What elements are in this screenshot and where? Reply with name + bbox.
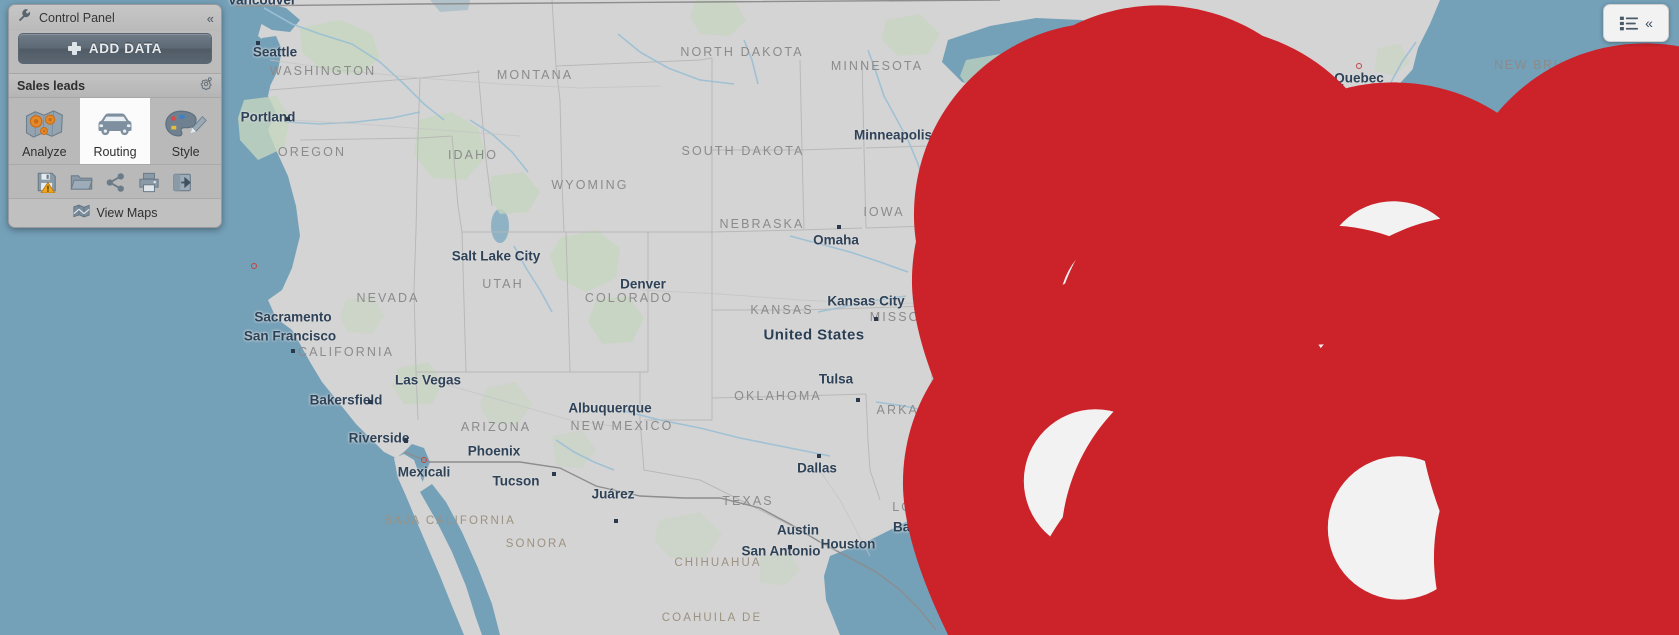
map-top-right-controls: «	[1603, 4, 1669, 42]
map-pin[interactable]	[1108, 346, 1130, 377]
map-pin[interactable]	[773, 207, 1679, 635]
map-pin[interactable]	[990, 89, 1679, 446]
wrench-icon	[17, 8, 32, 28]
view-maps-label: View Maps	[96, 205, 158, 220]
export-icon[interactable]	[172, 171, 194, 193]
map-pin[interactable]	[560, 319, 1593, 635]
capital-marker	[251, 263, 257, 269]
map-pin[interactable]	[859, 373, 1679, 635]
map-pin[interactable]	[378, 421, 1411, 635]
map-pin[interactable]	[922, 216, 1679, 635]
map-pin[interactable]	[366, 9, 1399, 635]
map-pin[interactable]	[416, 391, 1449, 635]
map-pin[interactable]	[855, 92, 1679, 635]
map-pin[interactable]	[1068, 260, 1090, 291]
tab-routing-label: Routing	[93, 145, 137, 159]
double-chevron-left-icon[interactable]: «	[1645, 16, 1653, 30]
map-pin[interactable]	[511, 129, 1544, 635]
map-application: United States WASHINGTON OREGON IDAHO MONTAN…	[0, 0, 1679, 635]
map-pin[interactable]	[1092, 84, 1114, 115]
car-icon	[80, 104, 151, 144]
gear-icon[interactable]	[198, 76, 213, 96]
analyze-map-icon	[9, 104, 80, 144]
legend-list-icon[interactable]	[1619, 15, 1639, 32]
map-pin[interactable]	[256, 272, 1289, 635]
map-pin[interactable]	[957, 87, 1679, 506]
map-pin[interactable]	[858, 39, 1679, 635]
map-pin[interactable]	[937, 159, 1679, 612]
maps-icon	[72, 204, 90, 221]
layer-header: Sales leads	[9, 73, 221, 98]
layer-name: Sales leads	[17, 78, 86, 93]
plus-icon	[67, 42, 81, 55]
map-pin[interactable]	[265, 70, 1298, 635]
map-pin[interactable]	[1075, 391, 1097, 422]
print-icon[interactable]	[138, 171, 160, 193]
map-pin[interactable]	[980, 379, 1679, 635]
add-data-label: ADD DATA	[88, 41, 163, 56]
map-pin[interactable]	[1221, 264, 1243, 295]
tab-analyze-label: Analyze	[22, 145, 67, 159]
map-pin[interactable]	[872, 425, 1679, 635]
map-pin[interactable]	[937, 367, 1679, 635]
map-pin[interactable]	[292, 96, 1325, 635]
control-panel-title: Control Panel	[39, 11, 115, 25]
control-panel-header: Control Panel «	[9, 5, 221, 31]
layer-tools	[9, 164, 221, 198]
map-pin[interactable]	[554, 64, 1587, 635]
map-pin[interactable]	[480, 404, 1513, 635]
map-pin[interactable]	[1150, 337, 1172, 368]
tab-routing[interactable]: Routing	[79, 98, 151, 164]
map-pin[interactable]	[767, 502, 1679, 635]
palette-icon	[150, 104, 221, 144]
map-pin[interactable]	[414, 333, 1447, 635]
map-pin[interactable]	[1247, 202, 1269, 233]
map-pin[interactable]	[1024, 166, 1679, 433]
map-pin[interactable]	[820, 317, 1679, 635]
map-pin[interactable]	[267, 4, 1300, 635]
city-dot	[256, 41, 260, 45]
share-icon[interactable]	[105, 171, 126, 193]
open-folder-icon[interactable]	[70, 171, 93, 193]
map-pin[interactable]	[486, 207, 1519, 635]
control-panel[interactable]: Control Panel « ADD DATA Sales leads Ana…	[8, 4, 222, 228]
map-pin[interactable]	[892, 384, 1679, 635]
map-pin[interactable]	[319, 241, 1352, 635]
tab-style[interactable]: Style	[150, 98, 221, 164]
save-icon[interactable]	[36, 171, 58, 193]
map-pin[interactable]	[978, 165, 1679, 546]
map-pin[interactable]	[920, 114, 1679, 594]
map-canvas[interactable]: United States WASHINGTON OREGON IDAHO MONTAN…	[0, 0, 1679, 635]
view-maps-button[interactable]: View Maps	[9, 198, 221, 227]
map-pin[interactable]	[1317, 166, 1339, 197]
layer-tabs: Analyze Routing Style	[9, 98, 221, 164]
map-pin[interactable]	[1131, 193, 1153, 224]
panel-collapse-button[interactable]: «	[207, 12, 214, 25]
map-pin[interactable]	[406, 140, 1439, 635]
map-pin[interactable]	[806, 25, 1679, 635]
add-data-button[interactable]: ADD DATA	[18, 33, 212, 64]
map-pin[interactable]	[482, 129, 1515, 635]
map-pin[interactable]	[862, 151, 1679, 635]
map-pin[interactable]	[1270, 210, 1292, 241]
map-pin[interactable]	[1353, 109, 1375, 140]
map-pin[interactable]	[787, 347, 1679, 635]
map-pin[interactable]	[1191, 343, 1213, 374]
map-pin[interactable]	[632, 257, 1665, 635]
tab-style-label: Style	[171, 145, 200, 159]
map-pin[interactable]	[1021, 372, 1679, 635]
map-pin[interactable]	[1133, 549, 1155, 580]
map-pin[interactable]	[1111, 169, 1133, 200]
tab-analyze[interactable]: Analyze	[9, 98, 80, 164]
